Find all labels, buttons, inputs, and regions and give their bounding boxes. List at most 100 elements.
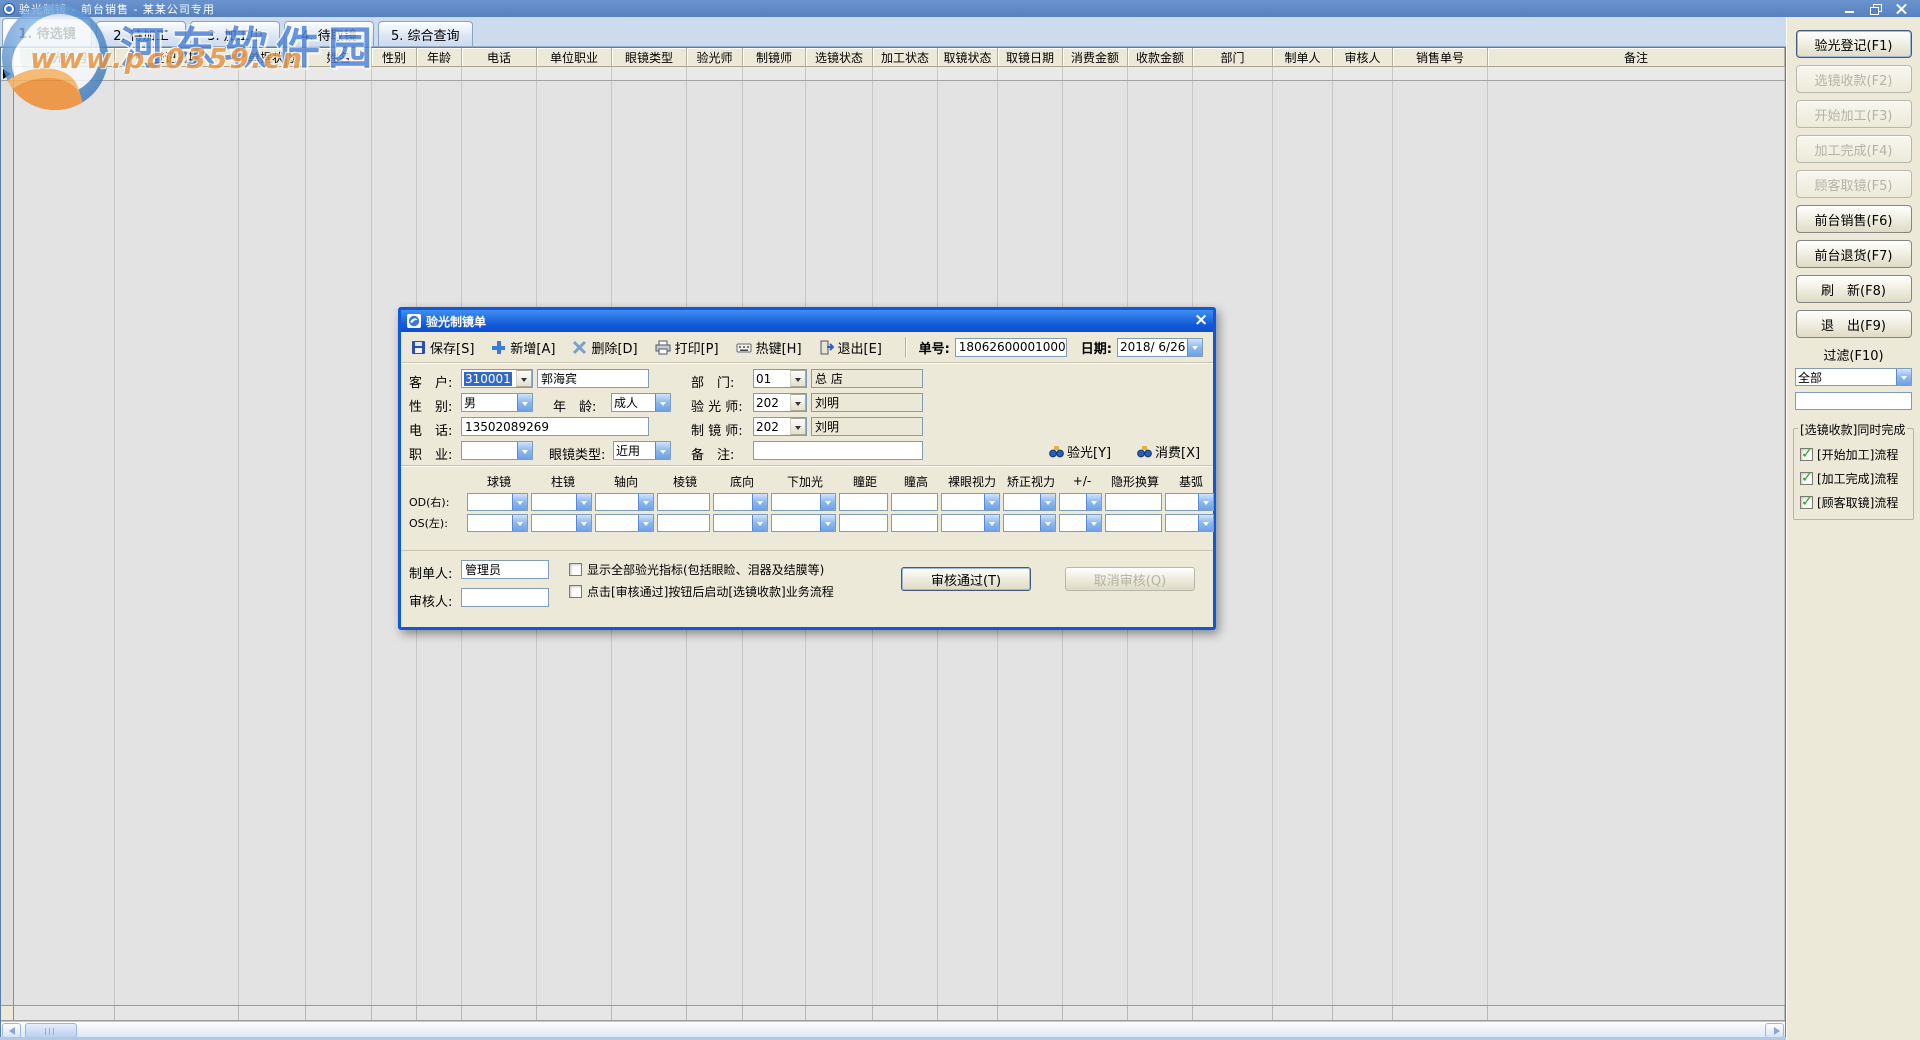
scroll-right-icon[interactable]: [1765, 1023, 1784, 1038]
chevron-down-icon[interactable]: [752, 494, 767, 510]
rx-combo-cell[interactable]: [595, 514, 654, 532]
filter-select[interactable]: 全部: [1795, 368, 1912, 386]
exit-button[interactable]: 退出[E]: [819, 338, 882, 357]
chevron-down-icon[interactable]: [638, 494, 653, 510]
rx-combo-cell[interactable]: [771, 493, 836, 511]
column-header[interactable]: 登记日期: [115, 48, 239, 67]
column-header[interactable]: 选镜状态: [806, 48, 873, 67]
chevron-down-icon[interactable]: [820, 494, 835, 510]
rx-combo-cell[interactable]: [713, 493, 768, 511]
minimize-icon[interactable]: [1844, 4, 1856, 14]
chevron-down-icon[interactable]: [984, 515, 999, 531]
date-select[interactable]: 2018/ 6/26: [1117, 338, 1203, 357]
column-header[interactable]: 制单人: [1273, 48, 1333, 67]
checkbox-icon[interactable]: [569, 585, 582, 598]
chevron-down-icon[interactable]: [1187, 339, 1202, 356]
chevron-down-icon[interactable]: [638, 515, 653, 531]
column-header[interactable]: 验光单号: [14, 48, 115, 67]
chevron-down-icon[interactable]: [655, 394, 670, 411]
column-header[interactable]: 眼镜类型: [612, 48, 687, 67]
chevron-down-icon[interactable]: [1896, 369, 1911, 385]
column-header[interactable]: 单据状态: [239, 48, 306, 67]
checkbox-icon[interactable]: [569, 563, 582, 576]
scrollbar-thumb[interactable]: [25, 1023, 77, 1038]
rx-combo-cell[interactable]: [531, 493, 592, 511]
rx-combo-cell[interactable]: [531, 514, 592, 532]
column-header[interactable]: 单位职业: [537, 48, 612, 67]
rx-combo-cell[interactable]: [1165, 493, 1214, 511]
rx-input-cell[interactable]: [657, 514, 710, 532]
dept-code-combo[interactable]: 01: [753, 369, 807, 388]
side-button-f9[interactable]: 退 出(F9): [1796, 310, 1912, 338]
chevron-down-icon[interactable]: [517, 442, 532, 459]
rx-combo-cell[interactable]: [1059, 514, 1102, 532]
column-header[interactable]: 销售单号: [1393, 48, 1488, 67]
column-header[interactable]: 消费金额: [1063, 48, 1128, 67]
dialog-close-icon[interactable]: [1191, 313, 1207, 329]
chevron-down-icon[interactable]: [984, 494, 999, 510]
print-button[interactable]: 打印[P]: [655, 338, 719, 357]
chevron-down-icon[interactable]: [512, 515, 527, 531]
column-header[interactable]: 年龄: [417, 48, 462, 67]
chevron-down-icon[interactable]: [1198, 494, 1213, 510]
rx-combo-cell[interactable]: [467, 514, 528, 532]
optometry-button[interactable]: 验光[Y]: [1049, 442, 1111, 461]
side-button-f1[interactable]: 验光登记(F1): [1796, 30, 1912, 58]
side-button-f8[interactable]: 刷 新(F8): [1796, 275, 1912, 303]
rx-input-cell[interactable]: [891, 514, 938, 532]
side-button-f7[interactable]: 前台退货(F7): [1796, 240, 1912, 268]
rx-input-cell[interactable]: [839, 493, 888, 511]
customer-name-input[interactable]: 郭海宾: [537, 369, 649, 388]
chevron-down-icon[interactable]: [512, 494, 527, 510]
occupation-combo[interactable]: [461, 441, 533, 460]
checkbox-icon[interactable]: [1800, 448, 1813, 461]
rx-combo-cell[interactable]: [941, 493, 1000, 511]
rx-combo-cell[interactable]: [1165, 514, 1214, 532]
side-button-f6[interactable]: 前台销售(F6): [1796, 205, 1912, 233]
restore-icon[interactable]: [1870, 4, 1882, 14]
chevron-down-icon[interactable]: [1040, 494, 1055, 510]
column-header[interactable]: 制镜师: [743, 48, 806, 67]
add-button[interactable]: 新增[A]: [491, 338, 555, 357]
rx-combo-cell[interactable]: [595, 493, 654, 511]
scroll-left-icon[interactable]: [2, 1023, 21, 1038]
chevron-down-icon[interactable]: [820, 515, 835, 531]
side-button-f2[interactable]: 选镜收款(F2): [1796, 65, 1912, 93]
column-header[interactable]: 取镜状态: [938, 48, 998, 67]
dropdown-arrow-icon[interactable]: [790, 370, 806, 387]
tab-1[interactable]: 1. 待选镜: [2, 18, 92, 46]
dropdown-arrow-icon[interactable]: [790, 418, 806, 435]
rx-combo-cell[interactable]: [941, 514, 1000, 532]
phone-input[interactable]: 13502089269: [461, 417, 649, 436]
chevron-down-icon[interactable]: [517, 394, 532, 411]
column-header[interactable]: 收款金额: [1128, 48, 1193, 67]
chevron-down-icon[interactable]: [1040, 515, 1055, 531]
chevron-down-icon[interactable]: [1086, 494, 1101, 510]
chevron-down-icon[interactable]: [1086, 515, 1101, 531]
column-header[interactable]: 姓名: [306, 48, 372, 67]
chevron-down-icon[interactable]: [576, 494, 591, 510]
dropdown-arrow-icon[interactable]: [790, 394, 806, 411]
rx-combo-cell[interactable]: [1059, 493, 1102, 511]
delete-button[interactable]: 删除[D]: [572, 338, 637, 357]
rx-combo-cell[interactable]: [713, 514, 768, 532]
maker-code-combo[interactable]: 202: [753, 417, 807, 436]
column-header[interactable]: 加工状态: [873, 48, 938, 67]
chevron-down-icon[interactable]: [576, 515, 591, 531]
order-no-input[interactable]: 180626000010001: [955, 338, 1067, 357]
cancel-audit-button[interactable]: 取消审核(Q): [1065, 567, 1195, 591]
remark-input[interactable]: [753, 441, 923, 460]
side-button-f3[interactable]: 开始加工(F3): [1796, 100, 1912, 128]
age-combo[interactable]: 成人: [611, 393, 671, 412]
gender-combo[interactable]: 男: [461, 393, 533, 412]
rx-input-cell[interactable]: [1105, 514, 1162, 532]
rx-combo-cell[interactable]: [1003, 493, 1056, 511]
column-header[interactable]: 验光师: [687, 48, 743, 67]
tab-3[interactable]: 3. 加工中: [190, 21, 280, 46]
column-header[interactable]: 部门: [1193, 48, 1273, 67]
side-button-f4[interactable]: 加工完成(F4): [1796, 135, 1912, 163]
rx-input-cell[interactable]: [891, 493, 938, 511]
column-header[interactable]: 电话: [462, 48, 537, 67]
chevron-down-icon[interactable]: [752, 515, 767, 531]
column-header[interactable]: 性别: [372, 48, 417, 67]
